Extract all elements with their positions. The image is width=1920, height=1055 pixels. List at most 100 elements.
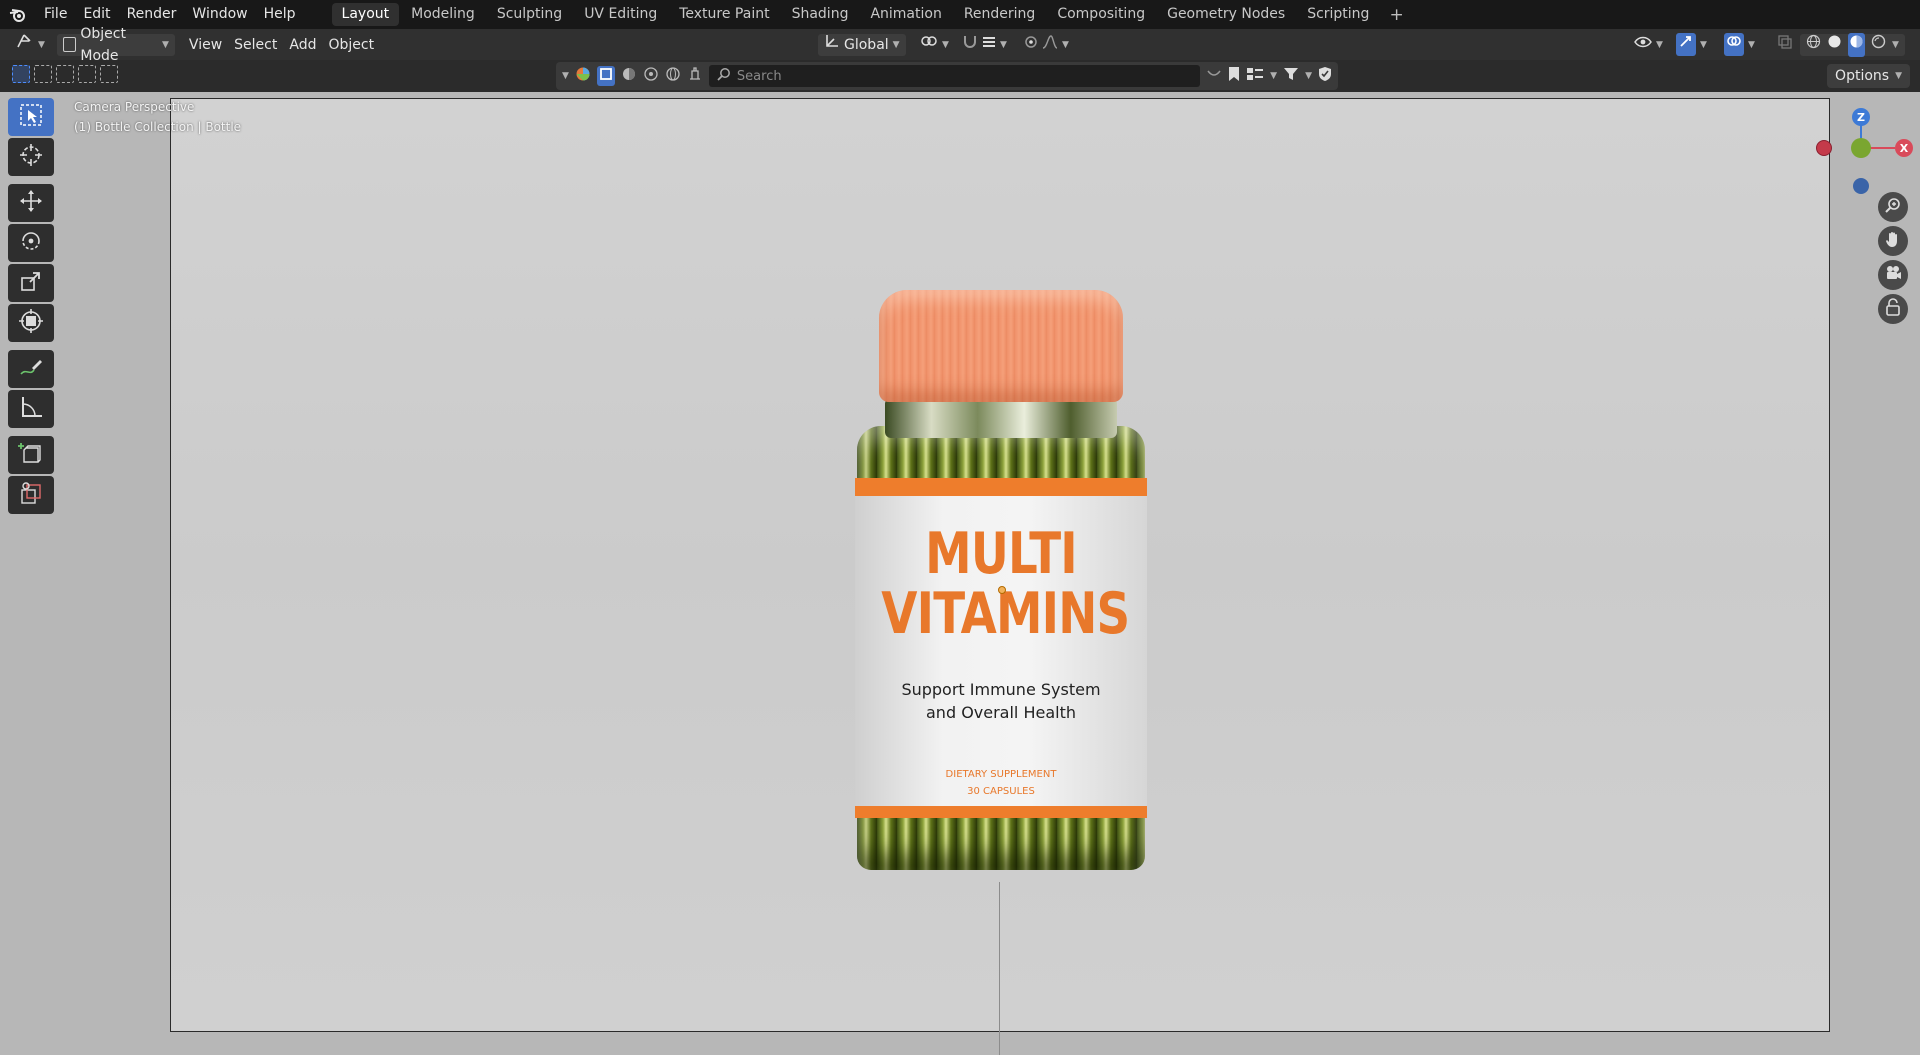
bottle-label: MULTI VITAMINS Support Immune System and…: [855, 478, 1147, 818]
menu-select[interactable]: Select: [228, 34, 283, 56]
gizmo-neg-x-axis[interactable]: [1816, 140, 1832, 156]
label-title: MULTI VITAMINS: [881, 521, 1130, 644]
measure-tool[interactable]: [8, 390, 54, 428]
cursor-tool[interactable]: [8, 138, 54, 176]
options-dropdown[interactable]: Options ▼: [1827, 64, 1910, 88]
chevron-down-icon: ▼: [1656, 39, 1663, 50]
tab-sculpting[interactable]: Sculpting: [487, 3, 572, 26]
orientation-dropdown[interactable]: Global ▼: [818, 33, 906, 56]
filter-icon[interactable]: [1283, 66, 1299, 86]
transform-tool[interactable]: [8, 304, 54, 342]
annotate-tool[interactable]: [8, 350, 54, 388]
gizmo-neg-z-axis[interactable]: [1853, 178, 1869, 194]
rotate-icon: [18, 228, 44, 258]
tab-compositing[interactable]: Compositing: [1047, 3, 1155, 26]
chevron-down-icon[interactable]: ▼: [1270, 71, 1277, 81]
tab-texture-paint[interactable]: Texture Paint: [669, 3, 779, 26]
zoom-button[interactable]: [1878, 192, 1908, 222]
cursor-icon: [18, 142, 44, 172]
gizmo-y-axis[interactable]: [1851, 138, 1871, 158]
light-filter-icon[interactable]: [643, 66, 659, 86]
add-cube-tool[interactable]: [8, 436, 54, 474]
cursor-line: [999, 882, 1000, 1055]
blender-logo-icon[interactable]: [0, 0, 36, 29]
gizmo-x-axis[interactable]: X: [1895, 139, 1913, 157]
mode-dropdown[interactable]: Object Mode ▼: [56, 26, 175, 64]
transform-icon: [18, 308, 44, 338]
eye-icon: [1634, 34, 1652, 56]
overlay-toggle[interactable]: ▼: [1718, 33, 1761, 56]
menu-add[interactable]: Add: [283, 34, 322, 56]
camera-icon: [1884, 264, 1902, 286]
menu-object[interactable]: Object: [322, 34, 380, 56]
chevron-down-icon: ▼: [1062, 39, 1069, 50]
search-field[interactable]: Search: [708, 65, 1201, 87]
material-shading-icon[interactable]: [1848, 32, 1865, 57]
chevron-down-icon: ▼: [1892, 39, 1899, 50]
bottle-object[interactable]: MULTI VITAMINS Support Immune System and…: [855, 290, 1147, 870]
proportional-edit-icon: [1024, 34, 1038, 56]
tab-shading[interactable]: Shading: [782, 3, 859, 26]
bookmark-icon[interactable]: [1228, 66, 1240, 86]
camera-view-button[interactable]: [1878, 260, 1908, 290]
editor-type-button[interactable]: ▼: [10, 34, 51, 56]
chevron-down-icon[interactable]: ▼: [1305, 71, 1312, 81]
label-title-line1: MULTI: [925, 521, 1078, 587]
search-icon: [717, 67, 731, 85]
tab-geometry-nodes[interactable]: Geometry Nodes: [1157, 3, 1295, 26]
select-subtract-icon[interactable]: [56, 65, 74, 83]
tab-modeling[interactable]: Modeling: [401, 3, 485, 26]
tab-scripting[interactable]: Scripting: [1297, 3, 1379, 26]
world-filter-icon[interactable]: [665, 66, 681, 86]
material-filter-icon[interactable]: [621, 66, 637, 86]
visibility-dropdown[interactable]: ▼: [1628, 34, 1669, 56]
bottle-cap: [879, 290, 1123, 402]
menu-window[interactable]: Window: [184, 0, 255, 29]
transform-orientation-icon: [824, 33, 840, 56]
xray-toggle[interactable]: [1772, 34, 1798, 56]
tool-header: ▼ Search ▼ ▼ Options ▼: [0, 60, 1920, 92]
extrude-tool[interactable]: [8, 476, 54, 514]
camera-perspective-label: Camera Perspective: [74, 100, 195, 114]
3d-viewport[interactable]: Camera Perspective (1) Bottle Collection…: [0, 92, 1920, 1055]
wireframe-shading-icon[interactable]: [1806, 34, 1821, 56]
select-intersect-icon[interactable]: [100, 65, 118, 83]
gizmo-z-axis[interactable]: Z: [1852, 108, 1870, 126]
menu-file[interactable]: File: [36, 0, 75, 29]
rotate-tool[interactable]: [8, 224, 54, 262]
select-new-icon[interactable]: [12, 65, 30, 83]
editor-type-icon: [16, 33, 34, 56]
solid-shading-icon[interactable]: [1827, 34, 1842, 56]
snap-dropdown[interactable]: ▼: [956, 34, 1013, 56]
material-icon[interactable]: [575, 66, 591, 86]
tab-uv-editing[interactable]: UV Editing: [574, 3, 667, 26]
tab-rendering[interactable]: Rendering: [954, 3, 1046, 26]
select-extend-icon[interactable]: [34, 65, 52, 83]
add-workspace-button[interactable]: +: [1381, 5, 1411, 25]
tab-layout[interactable]: Layout: [331, 3, 400, 26]
gizmo-toggle[interactable]: ▼: [1670, 33, 1713, 56]
shield-icon[interactable]: [1318, 66, 1332, 86]
extrude-icon: [18, 480, 44, 510]
annotate-icon: [18, 354, 44, 384]
proportional-edit-toggle[interactable]: ▼: [1018, 34, 1075, 56]
rendered-shading-icon[interactable]: [1871, 34, 1886, 56]
navigation-gizmo[interactable]: Z X: [1815, 100, 1915, 194]
tool-shelf: [8, 98, 54, 516]
move-tool[interactable]: [8, 184, 54, 222]
object-filter-icon[interactable]: [596, 66, 615, 86]
select-difference-icon[interactable]: [78, 65, 96, 83]
lock-camera-button[interactable]: [1878, 294, 1908, 324]
menu-help[interactable]: Help: [256, 0, 304, 29]
select-box-icon: [18, 102, 44, 132]
collapse-icon[interactable]: [1206, 68, 1222, 84]
pan-button[interactable]: [1878, 226, 1908, 256]
tab-animation[interactable]: Animation: [860, 3, 951, 26]
menu-view[interactable]: View: [183, 34, 228, 56]
scale-tool[interactable]: [8, 264, 54, 302]
brush-filter-icon[interactable]: [687, 66, 703, 86]
select-box-tool[interactable]: [8, 98, 54, 136]
display-mode-icon[interactable]: [1246, 66, 1264, 86]
pivot-dropdown[interactable]: ▼: [914, 34, 955, 56]
chevron-down-icon[interactable]: ▼: [562, 71, 569, 81]
